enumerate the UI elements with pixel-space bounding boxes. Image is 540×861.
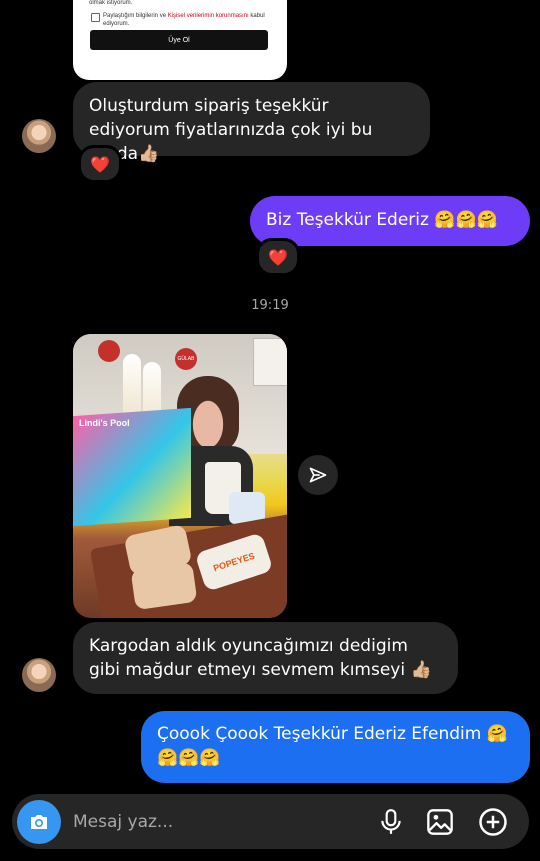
outgoing-message[interactable]: Biz Teşekkür Ederiz 🤗🤗🤗 [250,196,530,246]
photo-box-title: Lindi's Pool [79,418,130,428]
microphone-button[interactable] [373,804,409,840]
avatar[interactable] [22,658,56,692]
microphone-icon [381,809,401,834]
camera-icon [31,815,47,829]
photo-poster [253,338,287,386]
image-icon [427,809,453,835]
timestamp: 19:19 [251,298,289,313]
heart-reaction[interactable]: ❤️ [78,145,122,183]
photo-icecream [123,354,141,414]
photo-food-bag [130,561,198,611]
incoming-message[interactable]: Oluşturdum sipariş teşekkür ediyorum fiy… [73,82,430,164]
consent-checkbox [91,13,100,22]
outgoing-message[interactable]: Çoook Çoook Teşekkür Ederiz Efendim 🤗 🤗🤗… [141,711,530,783]
plus-circle-icon [479,808,507,836]
gallery-button[interactable] [422,804,458,840]
photo-badge [98,340,120,362]
avatar[interactable] [22,119,56,153]
signup-button: Üye Ol [90,30,268,50]
send-icon [309,467,327,483]
share-button[interactable] [298,455,338,495]
consent-text: Paylaştığım bilgilerin ve Kişisel verile… [103,13,265,27]
message-input[interactable] [73,808,353,836]
shared-screenshot-card[interactable]: olmak istiyorum. Paylaştığım bilgilerin … [73,0,287,80]
camera-button[interactable] [17,800,61,844]
photo-message[interactable]: GÜLAB Lindi's Pool POPEYES [73,334,287,618]
incoming-message[interactable]: Kargodan aldık oyuncağımızı dedigim gibi… [73,622,458,694]
signup-text-top: olmak istiyorum. [89,0,133,6]
add-button[interactable] [475,804,511,840]
heart-reaction[interactable]: ❤️ [256,238,300,276]
photo-badge: GÜLAB [175,348,197,370]
